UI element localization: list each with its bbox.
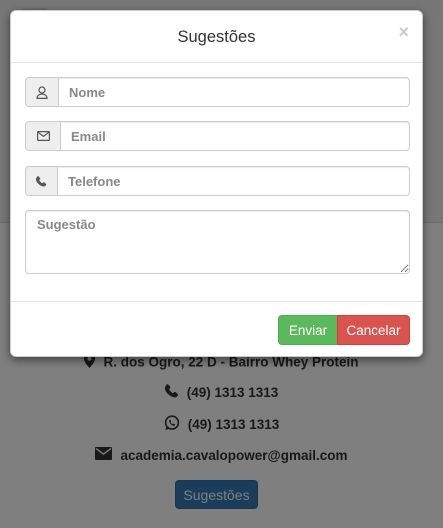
modal-title: Sugestões	[177, 28, 256, 46]
email-input-group	[25, 121, 410, 151]
phone-icon	[25, 166, 58, 196]
suggestions-modal: Sugestões × Enviar Cancelar	[10, 10, 423, 357]
nome-input-group	[25, 77, 410, 107]
email-input[interactable]	[61, 121, 410, 151]
close-icon[interactable]: ×	[398, 22, 409, 42]
enviar-button[interactable]: Enviar	[278, 315, 338, 345]
modal-body	[11, 63, 422, 302]
modal-header: Sugestões ×	[11, 11, 422, 63]
user-icon	[25, 77, 59, 107]
telefone-input-group	[25, 166, 410, 196]
telefone-input[interactable]	[58, 166, 410, 196]
nome-input[interactable]	[59, 77, 410, 107]
cancelar-button[interactable]: Cancelar	[337, 315, 410, 345]
sugestao-textarea[interactable]	[25, 210, 410, 274]
envelope-icon	[25, 121, 61, 151]
modal-footer: Enviar Cancelar	[11, 302, 422, 358]
